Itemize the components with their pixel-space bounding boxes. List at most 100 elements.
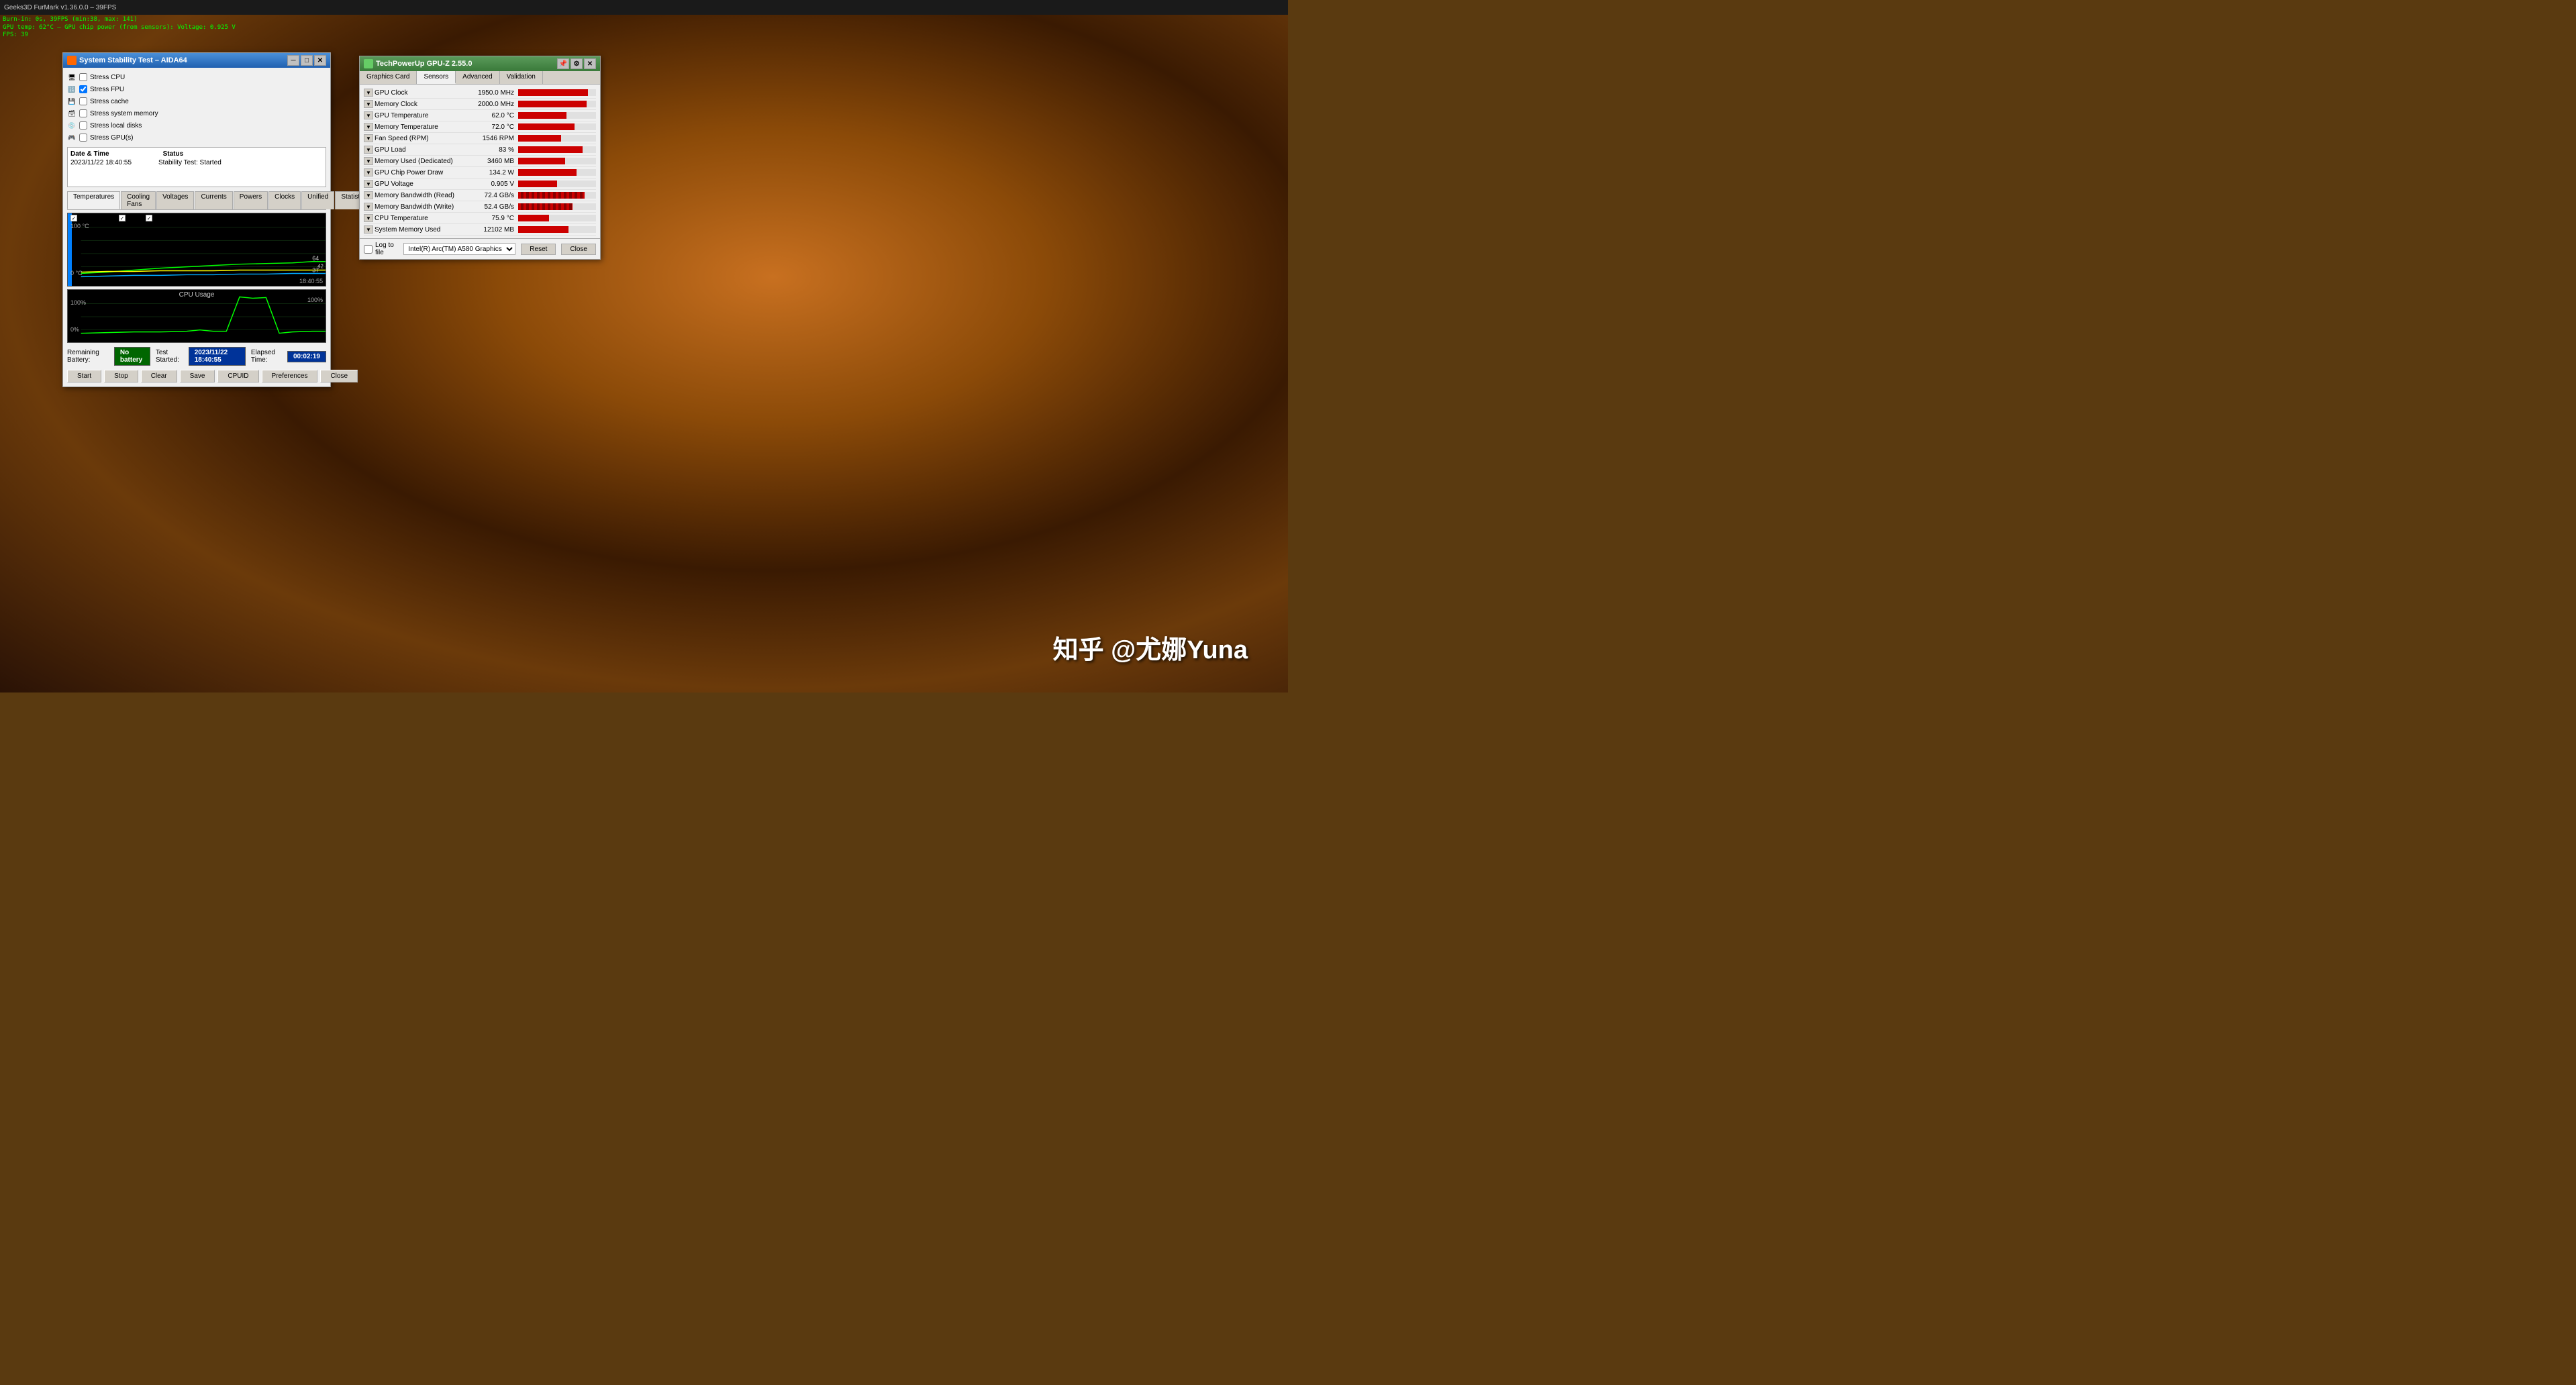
tab-voltages[interactable]: Voltages: [156, 191, 194, 209]
stress-options: 🖥 Stress CPU 🔢 Stress FPU 💾 Stress cache…: [67, 72, 326, 143]
legend-ssd-check[interactable]: ✓: [146, 215, 152, 221]
legend-motherboard: ✓ Motherboard: [70, 215, 113, 221]
sensor-dropdown-4[interactable]: ▼: [364, 134, 373, 142]
legend-cpu-check[interactable]: ✓: [119, 215, 126, 221]
status-panel: Date & Time Status 2023/11/22 18:40:55 S…: [67, 147, 326, 187]
sensor-name-7: ▼ GPU Chip Power Draw: [364, 168, 471, 176]
start-button[interactable]: Start: [67, 370, 101, 382]
gpuz-tabs: Graphics Card Sensors Advanced Validatio…: [360, 71, 600, 85]
clear-button[interactable]: Clear: [141, 370, 177, 382]
taskbar-title: Geeks3D FurMark v1.36.0.0 – 39FPS: [4, 4, 116, 11]
stress-cpu-checkbox[interactable]: [79, 73, 87, 81]
tab-unified[interactable]: Unified: [301, 191, 334, 209]
taskbar: Geeks3D FurMark v1.36.0.0 – 39FPS: [0, 0, 1288, 15]
aida64-close-btn[interactable]: ✕: [314, 55, 326, 66]
gpuz-tab-graphics-card[interactable]: Graphics Card: [360, 71, 417, 84]
sensor-value-12: 12102 MB: [471, 226, 518, 234]
stress-gpu-checkbox[interactable]: [79, 134, 87, 142]
sensor-dropdown-1[interactable]: ▼: [364, 100, 373, 108]
aida64-minimize-btn[interactable]: ─: [287, 55, 299, 66]
gpuz-sensors-panel: ▼ GPU Clock 1950.0 MHz ▼ Memory Clock 20…: [360, 85, 600, 238]
sensor-name-10: ▼ Memory Bandwidth (Write): [364, 203, 471, 211]
battery-value: No battery: [114, 347, 150, 366]
cpuid-button[interactable]: CPUID: [217, 370, 258, 382]
sensor-dropdown-6[interactable]: ▼: [364, 157, 373, 165]
sensor-dropdown-2[interactable]: ▼: [364, 111, 373, 119]
gpuz-reset-btn[interactable]: Reset: [521, 244, 556, 255]
sensor-dropdown-0[interactable]: ▼: [364, 89, 373, 97]
status-data-row: 2023/11/22 18:40:55 Stability Test: Star…: [70, 159, 323, 166]
aida64-maximize-btn[interactable]: □: [301, 55, 313, 66]
stop-button[interactable]: Stop: [104, 370, 138, 382]
gpuz-close-window-btn[interactable]: Close: [561, 244, 596, 255]
sensor-bar-1: [518, 101, 587, 107]
log-to-file-text: Log to file: [375, 242, 398, 256]
tab-currents[interactable]: Currents: [195, 191, 232, 209]
stress-fpu-checkbox[interactable]: [79, 85, 87, 93]
gpuz-close-btn[interactable]: ✕: [584, 58, 596, 69]
stress-disk-label: Stress local disks: [90, 122, 142, 130]
sensor-name-6: ▼ Memory Used (Dedicated): [364, 157, 471, 165]
sensor-bar-container-1: [518, 101, 596, 107]
sensor-value-6: 3460 MB: [471, 158, 518, 165]
tab-cooling[interactable]: Cooling Fans: [121, 191, 156, 209]
stress-cache-row: 💾 Stress cache: [67, 96, 197, 107]
stress-sysmem-checkbox[interactable]: [79, 109, 87, 117]
sensor-dropdown-10[interactable]: ▼: [364, 203, 373, 211]
stress-cache-checkbox[interactable]: [79, 97, 87, 105]
sensor-name-9: ▼ Memory Bandwidth (Read): [364, 191, 471, 199]
sensor-dropdown-12[interactable]: ▼: [364, 225, 373, 234]
elapsed-label: Elapsed Time:: [251, 349, 282, 364]
gpuz-pin-btn[interactable]: 📌: [557, 58, 569, 69]
stress-cpu-row: 🖥 Stress CPU: [67, 72, 197, 83]
stress-cpu-label: Stress CPU: [90, 74, 125, 81]
stress-disk-checkbox[interactable]: [79, 121, 87, 130]
gpuz-tab-validation[interactable]: Validation: [500, 71, 543, 84]
log-to-file-checkbox[interactable]: [364, 245, 373, 254]
sensor-value-7: 134.2 W: [471, 169, 518, 176]
sensor-row-11: ▼ CPU Temperature 75.9 °C: [364, 213, 596, 224]
gpuz-settings-btn[interactable]: ⚙: [571, 58, 583, 69]
sensor-row-3: ▼ Memory Temperature 72.0 °C: [364, 121, 596, 133]
sensor-bar-container-8: [518, 181, 596, 187]
sensor-dropdown-9[interactable]: ▼: [364, 191, 373, 199]
sensor-row-7: ▼ GPU Chip Power Draw 134.2 W: [364, 167, 596, 178]
sensor-bar-container-2: [518, 112, 596, 119]
sensor-dropdown-8[interactable]: ▼: [364, 180, 373, 188]
device-select[interactable]: Intel(R) Arc(TM) A580 Graphics: [403, 243, 515, 255]
sensor-name-1: ▼ Memory Clock: [364, 100, 471, 108]
battery-label: Remaining Battery:: [67, 349, 109, 364]
close-button[interactable]: Close: [320, 370, 358, 382]
sensor-bar-10: [518, 203, 573, 210]
sensor-bar-container-10: [518, 203, 596, 210]
sensor-bar-0: [518, 89, 588, 96]
sensor-row-8: ▼ GPU Voltage 0.905 V: [364, 178, 596, 190]
gpuz-bottom: Log to file Intel(R) Arc(TM) A580 Graphi…: [360, 238, 600, 259]
sensor-value-11: 75.9 °C: [471, 215, 518, 222]
sensor-row-12: ▼ System Memory Used 12102 MB: [364, 224, 596, 236]
sensor-dropdown-11[interactable]: ▼: [364, 214, 373, 222]
aida64-window: System Stability Test – AIDA64 ─ □ ✕ 🖥 S…: [62, 52, 331, 387]
gpuz-tab-advanced[interactable]: Advanced: [456, 71, 499, 84]
gpuz-tab-sensors[interactable]: Sensors: [417, 71, 456, 84]
sensor-value-3: 72.0 °C: [471, 123, 518, 131]
cpu-right-max: 100%: [307, 297, 323, 303]
sensor-dropdown-5[interactable]: ▼: [364, 146, 373, 154]
aida64-icon: [67, 56, 77, 65]
temp-timestamp: 18:40:55: [299, 278, 323, 285]
status-status-value: Stability Test: Started: [158, 159, 221, 166]
sensor-value-10: 52.4 GB/s: [471, 203, 518, 211]
save-button[interactable]: Save: [180, 370, 215, 382]
preferences-button[interactable]: Preferences: [262, 370, 318, 382]
sensor-dropdown-7[interactable]: ▼: [364, 168, 373, 176]
gpuz-window: TechPowerUp GPU-Z 2.55.0 📌 ⚙ ✕ Graphics …: [359, 56, 601, 260]
tab-powers[interactable]: Powers: [234, 191, 268, 209]
temp-y-min: 0 °C: [70, 270, 83, 276]
tab-clocks[interactable]: Clocks: [268, 191, 301, 209]
legend-mb-check[interactable]: ✓: [70, 215, 77, 221]
tab-temperatures[interactable]: Temperatures: [67, 191, 120, 209]
sensor-dropdown-3[interactable]: ▼: [364, 123, 373, 131]
sensor-row-2: ▼ GPU Temperature 62.0 °C: [364, 110, 596, 121]
gpuz-window-controls: 📌 ⚙ ✕: [557, 58, 596, 69]
sensor-name-8: ▼ GPU Voltage: [364, 180, 471, 188]
